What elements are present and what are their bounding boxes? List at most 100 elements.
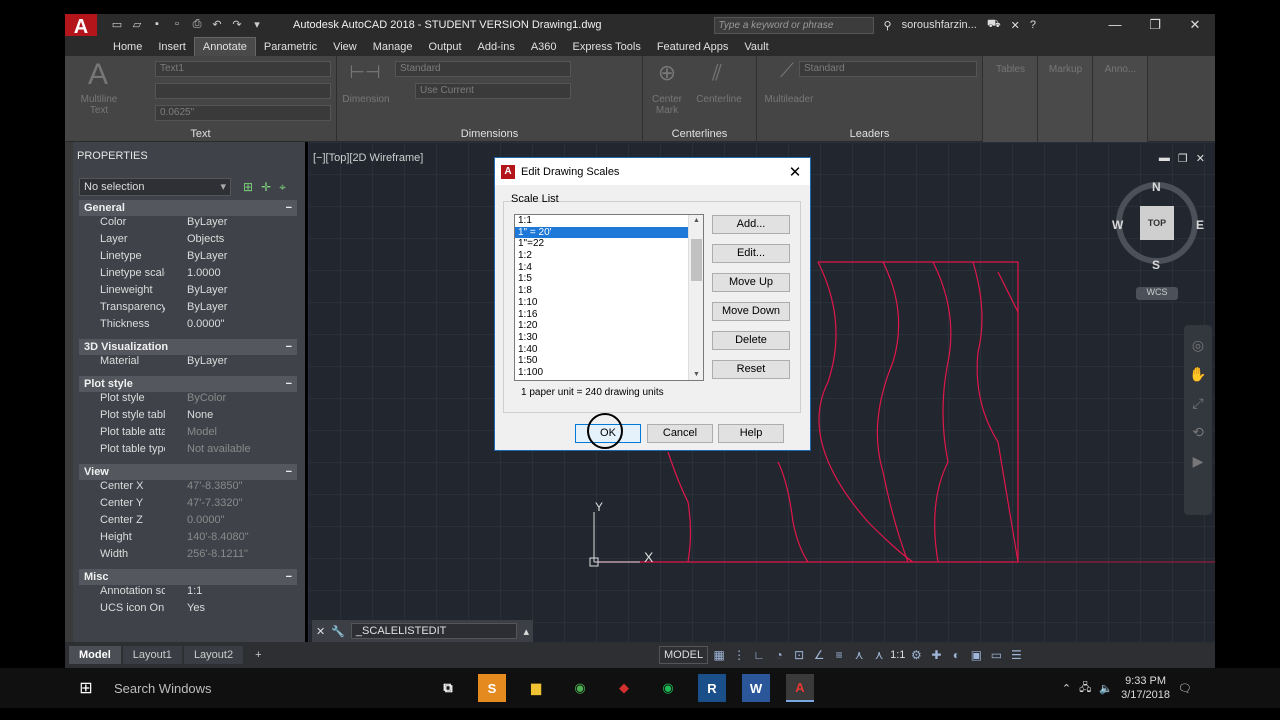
compass-north[interactable]: N	[1152, 180, 1161, 194]
save-icon[interactable]: ▪	[149, 18, 165, 32]
property-row[interactable]: Height 140'-8.4080"	[79, 531, 297, 548]
dimensions-panel-label[interactable]: Dimensions	[337, 128, 642, 140]
markup-panel[interactable]: Markup	[1038, 56, 1093, 142]
scale-list-item[interactable]: 1:10	[515, 297, 688, 309]
compass-west[interactable]: W	[1112, 218, 1123, 232]
section-header[interactable]: Plot style −	[79, 376, 297, 392]
scroll-thumb[interactable]	[691, 239, 702, 281]
sublime-icon[interactable]: S	[478, 674, 506, 702]
ribbon-tab-insert[interactable]: Insert	[150, 38, 194, 56]
property-value[interactable]: Yes	[165, 602, 297, 619]
scale-list-item[interactable]: 1" = 20'	[515, 226, 688, 239]
property-row[interactable]: Lineweight ByLayer	[79, 284, 297, 301]
property-row[interactable]: Thickness 0.0000"	[79, 318, 297, 335]
showmotion-icon[interactable]: ▶	[1184, 453, 1212, 470]
scroll-down-icon[interactable]: ▼	[689, 371, 703, 378]
dim-layer-select[interactable]: Use Current	[415, 83, 571, 99]
compass-east[interactable]: E	[1196, 218, 1204, 232]
cart-icon[interactable]: ⛟	[987, 18, 1001, 32]
centerlines-panel-label[interactable]: Centerlines	[643, 128, 756, 140]
property-row[interactable]: Plot table attac...Model	[79, 426, 297, 443]
windows-start-icon[interactable]: ⊞	[64, 678, 108, 698]
property-value[interactable]: ByColor	[165, 392, 297, 409]
property-row[interactable]: Transparency ByLayer	[79, 301, 297, 318]
undo-icon[interactable]: ↶	[209, 18, 225, 32]
collapse-icon[interactable]: −	[286, 341, 292, 353]
delete-button[interactable]: Delete	[712, 331, 790, 350]
ribbon-tab-a360[interactable]: A360	[523, 38, 565, 56]
property-value[interactable]: 47'-8.3850"	[165, 480, 297, 497]
add-layout-icon[interactable]: +	[245, 646, 271, 664]
snap-icon[interactable]: ⋮	[730, 648, 748, 662]
scale-list-item[interactable]: 1:16	[515, 309, 688, 321]
command-close-icon[interactable]: ✕	[316, 625, 325, 638]
property-value[interactable]: 256'-8.1211"	[165, 548, 297, 565]
word-icon[interactable]: W	[742, 674, 770, 702]
binoculars-icon[interactable]: ⚲	[884, 19, 892, 32]
auto-scale-icon[interactable]: ⋏	[870, 648, 888, 662]
tab-layout2[interactable]: Layout2	[183, 646, 244, 664]
scale-list-item[interactable]: 1:1	[515, 215, 688, 227]
model-space-button[interactable]: MODEL	[659, 646, 709, 664]
ribbon-tab-manage[interactable]: Manage	[365, 38, 421, 56]
ribbon-tab-annotate[interactable]: Annotate	[193, 37, 256, 56]
multiline-text-button[interactable]: Multiline Text	[71, 94, 127, 116]
property-value[interactable]: Not available	[165, 443, 297, 460]
center-mark-button[interactable]: Center Mark	[645, 94, 689, 116]
multiline-text-icon[interactable]: A	[73, 58, 123, 92]
leaders-panel-label[interactable]: Leaders	[757, 128, 982, 140]
save-as-icon[interactable]: ▫	[169, 18, 185, 32]
notifications-icon[interactable]: 🗨	[1178, 682, 1192, 695]
text-panel-label[interactable]: Text	[65, 128, 336, 140]
scroll-up-icon[interactable]: ▲	[689, 217, 703, 224]
network-icon[interactable]: 🖧	[1079, 679, 1091, 698]
isolate-icon[interactable]: ◐	[947, 648, 965, 662]
scale-list-item[interactable]: 1:8	[515, 285, 688, 297]
tab-model[interactable]: Model	[69, 646, 121, 664]
plus-icon[interactable]: ✚	[927, 648, 945, 662]
listbox-scrollbar[interactable]: ▲ ▼	[688, 215, 703, 380]
property-value[interactable]: 47'-7.3320"	[165, 497, 297, 514]
scale-list-item[interactable]: 1:40	[515, 344, 688, 356]
scale-list-item[interactable]: 1"=22	[515, 238, 688, 250]
polar-icon[interactable]: ◔	[770, 648, 788, 662]
user-name[interactable]: soroushfarzin...	[902, 19, 977, 31]
toggle-pickadd-icon[interactable]: ⊞	[243, 180, 253, 195]
spotify-icon[interactable]: ◉	[654, 674, 682, 702]
dimension-icon[interactable]: ⊢⊣	[345, 62, 385, 83]
property-value[interactable]: Model	[165, 426, 297, 443]
property-value[interactable]: 0.0000"	[165, 514, 297, 531]
property-row[interactable]: Linetype ByLayer	[79, 250, 297, 267]
text-style-select[interactable]: Text1	[155, 61, 331, 77]
pan-icon[interactable]: ✋	[1184, 366, 1212, 383]
property-row[interactable]: Plot style table None	[79, 409, 297, 426]
multileader-button[interactable]: Multileader	[757, 94, 821, 105]
taskbar-search[interactable]: Search Windows	[114, 681, 414, 696]
hardware-accel-icon[interactable]: ▣	[967, 648, 985, 662]
property-row[interactable]: Plot table type Not available	[79, 443, 297, 460]
property-value[interactable]: 1:1	[165, 585, 297, 602]
scale-list-item[interactable]: 1:100	[515, 367, 688, 379]
help-search-input[interactable]: Type a keyword or phrase	[713, 16, 874, 34]
autocad-taskbar-icon[interactable]: A	[786, 674, 814, 702]
scale-list-item[interactable]: 1:30	[515, 332, 688, 344]
task-view-icon[interactable]: ⧉	[434, 674, 462, 702]
text-find-input[interactable]	[155, 83, 331, 99]
centerline-button[interactable]: Centerline	[689, 94, 749, 105]
scale-listbox[interactable]: 1:1 1" = 20' 1"=22 1:2 1:4 1:5 1:8 1:10 1:16 1:20…	[514, 214, 704, 381]
ribbon-tab-view[interactable]: View	[325, 38, 365, 56]
property-value[interactable]: ByLayer	[165, 216, 297, 233]
file-explorer-icon[interactable]: ▆	[522, 674, 550, 702]
taskbar-clock[interactable]: 9:33 PM 3/17/2018	[1121, 674, 1170, 702]
centerline-icon[interactable]: ⫽	[697, 60, 737, 86]
property-row[interactable]: Plot style ByColor	[79, 392, 297, 409]
steering-wheel-icon[interactable]: ◎	[1184, 337, 1212, 354]
property-row[interactable]: UCS icon On Yes	[79, 602, 297, 619]
command-history-icon[interactable]: ▴	[523, 625, 529, 638]
redo-icon[interactable]: ↷	[229, 18, 245, 32]
move-down-button[interactable]: Move Down	[712, 302, 790, 321]
wcs-menu[interactable]: WCS	[1136, 287, 1178, 300]
chrome-icon[interactable]: ◉	[566, 674, 594, 702]
property-value[interactable]: ByLayer	[165, 301, 297, 318]
text-height-select[interactable]: 0.0625"	[155, 105, 331, 121]
